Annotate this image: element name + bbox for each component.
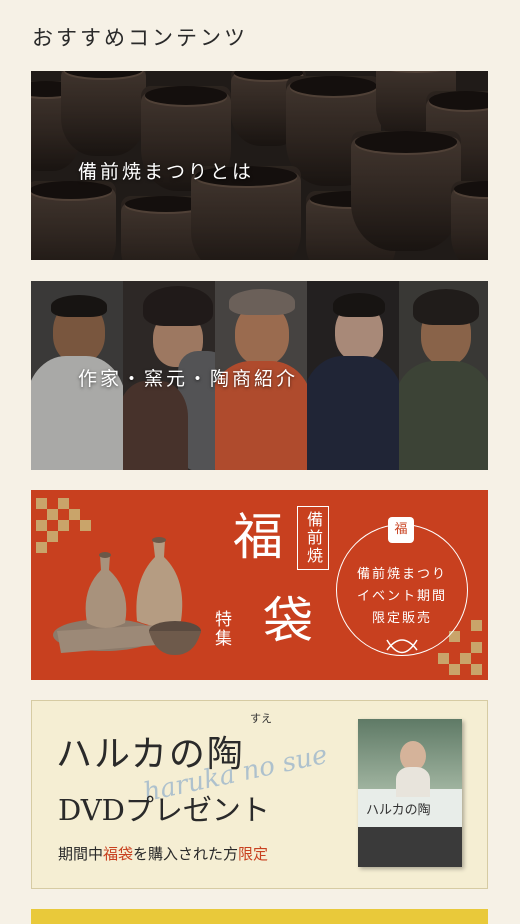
banner-dvd-present[interactable]: すえ ハルカの陶 haruka no sue DVDプレゼント 期間中福袋を購入…	[31, 700, 488, 889]
dvd-cover-title: ハルカの陶	[366, 803, 431, 818]
banner-matsuri-about[interactable]: 備前焼まつりとは	[31, 71, 488, 260]
furigana: すえ	[250, 712, 272, 725]
mizuhiki-knot-icon	[386, 639, 418, 654]
fuku-title: 福	[233, 508, 283, 566]
dvd-banner-subtitle: DVDプレゼント	[58, 793, 270, 827]
tokushu-label: 特集	[211, 610, 231, 648]
circle-line-1: 備前焼まつり	[356, 567, 447, 582]
banner-next[interactable]	[31, 909, 488, 924]
event-circle: 福 備前焼まつり イベント期間 限定販売	[336, 517, 468, 656]
section-title: おすすめコンテンツ	[32, 26, 248, 50]
circle-line-3: 限定販売	[371, 611, 432, 626]
banner-fukubukuro[interactable]: 福 袋 備前焼 特集 福 備前焼まつり イベント期間 限定販売	[31, 490, 488, 680]
fukubukuro-bag-icon: 福	[388, 517, 414, 543]
bukuro-title: 袋	[263, 592, 313, 650]
bizen-tag: 備前焼	[297, 506, 329, 570]
banner-label: 作家・窯元・陶商紹介	[78, 368, 299, 390]
circle-line-2: イベント期間	[356, 589, 447, 604]
pottery-illustration	[53, 537, 201, 655]
dvd-cover: ハルカの陶	[358, 719, 462, 867]
dvd-banner-note: 期間中福袋を購入された方限定	[58, 845, 269, 863]
banner-label: 備前焼まつりとは	[78, 161, 255, 183]
banner-artisans[interactable]: 作家・窯元・陶商紹介	[31, 281, 488, 470]
